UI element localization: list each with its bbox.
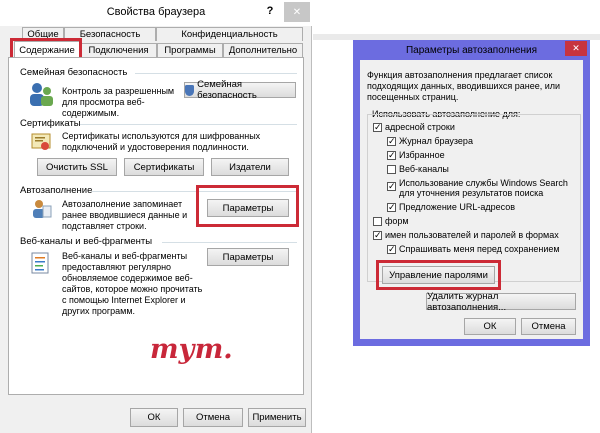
family-safety-heading: Семейная безопасность [20,67,128,78]
background-window-strip [313,0,600,35]
certificates-heading: Сертификаты [20,118,81,129]
apply-button[interactable]: Применить [248,408,306,427]
intro-text: Функция автозаполнения предлагает список… [367,70,561,102]
publishers-button[interactable]: Издатели [211,158,289,176]
close-icon: ✕ [292,6,302,18]
tab-label: Дополнительно [228,45,298,56]
feeds-desc: Веб-каналы и веб-фрагменты предоставляют… [62,251,203,316]
tab-label: Программы [164,45,216,56]
manage-passwords-highlight [376,260,501,290]
checkbox[interactable] [387,165,396,174]
option-label: Спрашивать меня перед сохранением пароле… [399,244,559,254]
tab-advanced[interactable]: Дополнительно [223,43,303,57]
checkbox[interactable]: ✓ [373,231,382,240]
shield-icon [185,84,195,96]
autocomplete-heading: Автозаполнение [20,185,93,196]
certificates-button[interactable]: Сертификаты [124,158,204,176]
tab-label: Конфиденциальность [181,29,278,40]
certificate-icon [31,133,51,150]
close-icon: ✕ [572,43,580,53]
feeds-heading: Веб-каналы и веб-фрагменты [20,236,153,247]
tab-label: Подключения [88,45,149,56]
option-label: Веб-каналы [399,164,449,174]
tab-label: Безопасность [79,29,141,40]
autocomplete-settings-dialog: Параметры автозаполнения ✕ Функция автоз… [353,40,590,346]
checkbox[interactable]: ✓ [387,151,396,160]
option-label: Предложение URL-адресов [399,202,515,212]
family-safety-desc: Контроль за разрешенным для просмотра ве… [62,86,175,118]
option-label: адресной строки [385,122,455,132]
ok-button[interactable]: ОК [464,318,516,335]
autocomplete-settings-highlight [196,185,299,227]
option-label: имен пользователей и паролей в формах [385,230,559,240]
tab-connections[interactable]: Подключения [80,43,157,57]
close-button[interactable]: ✕ [565,41,587,56]
group-divider [80,124,297,125]
dialog-title: Параметры автозаполнения [405,45,537,56]
family-users-icon [30,83,53,106]
checkbox[interactable]: ✓ [387,203,396,212]
option-label: Использование службы Windows Search для … [399,178,568,198]
dialog-title-bar: Свойства браузера ? ✕ [0,0,312,26]
button-label: Семейная безопасность [197,79,257,101]
checkbox[interactable]: ✓ [387,182,396,191]
tab-privacy[interactable]: Конфиденциальность [156,27,303,41]
group-divider [135,73,297,74]
delete-history-button[interactable]: Удалить журнал автозаполнения... [426,291,576,313]
certificates-desc: Сертификаты используются для шифрованных… [62,131,261,152]
clear-ssl-button[interactable]: Очистить SSL [37,158,117,176]
autocomplete-desc: Автозаполнение запоминает ранее вводивши… [62,199,188,231]
checkbox[interactable] [373,217,382,226]
checkbox[interactable]: ✓ [387,245,396,254]
option-label: Журнал браузера [399,136,473,146]
autocomplete-icon [33,200,52,218]
feeds-settings-button[interactable]: Параметры [207,248,289,266]
overlay-annotation-text: тут. [150,334,233,365]
group-divider [162,242,297,243]
help-button[interactable]: ? [262,5,278,17]
option-label: форм [385,216,409,226]
cancel-button[interactable]: Отмена [521,318,576,335]
browser-properties-dialog: Свойства браузера ? ✕ Общие Безопасность… [0,0,312,433]
option-label: Избранное [399,150,445,160]
family-safety-button[interactable]: Семейная безопасность [184,79,296,101]
ok-button[interactable]: ОК [130,408,178,427]
tab-programs[interactable]: Программы [157,43,223,57]
feeds-icon [31,252,49,274]
cancel-button[interactable]: Отмена [183,408,243,427]
checkbox[interactable]: ✓ [373,123,382,132]
close-button[interactable]: ✕ [284,2,310,22]
checkbox[interactable]: ✓ [387,137,396,146]
